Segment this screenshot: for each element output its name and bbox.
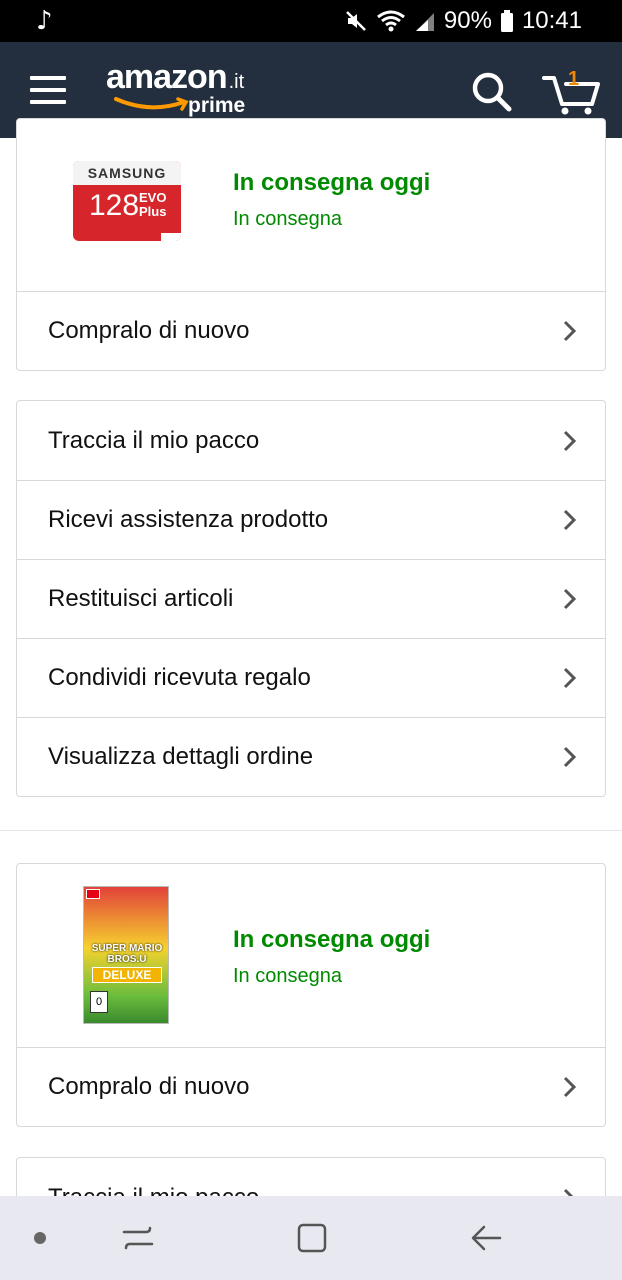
image-model: EVO — [139, 190, 167, 205]
logo-tld: .it — [228, 71, 245, 93]
logo-prime: prime — [188, 94, 246, 117]
chevron-right-icon — [563, 667, 577, 689]
action-label: Condividi ricevuta regalo — [48, 664, 311, 691]
product-image-game-box[interactable]: SUPER MARIO BROS.U DELUXE 0 — [83, 886, 169, 1024]
signal-icon — [414, 9, 436, 33]
music-note-icon: ♪ — [36, 6, 53, 36]
search-icon[interactable] — [470, 70, 514, 114]
logo-word: amazon — [106, 58, 228, 96]
action-label: Traccia il mio pacco — [48, 426, 260, 454]
image-capacity: 128 — [89, 189, 140, 222]
smile-arrow-icon — [114, 97, 189, 111]
battery-percent: 90% — [443, 7, 492, 34]
chevron-right-icon — [563, 588, 577, 610]
chevron-right-icon — [563, 320, 577, 342]
buy-again-row[interactable]: Compralo di nuovo — [17, 1047, 605, 1126]
back-icon[interactable] — [468, 1220, 504, 1256]
chevron-right-icon — [563, 746, 577, 768]
chevron-right-icon — [563, 1076, 577, 1098]
order-card: SUPER MARIO BROS.U DELUXE 0 In consegna … — [16, 863, 606, 1127]
wifi-icon — [376, 9, 406, 33]
action-track-package[interactable]: Traccia il mio pacco — [17, 401, 605, 480]
action-return-items[interactable]: Restituisci articoli — [17, 559, 605, 638]
image-title: SUPER MARIO BROS.U — [91, 943, 163, 965]
order-product[interactable]: SUPER MARIO BROS.U DELUXE 0 In consegna … — [17, 864, 605, 1047]
mute-icon — [344, 9, 368, 33]
action-label: Ricevi assistenza prodotto — [48, 506, 329, 533]
status-bar: ♪ 90% 10:41 — [0, 0, 622, 42]
cart-icon[interactable]: 1 — [542, 68, 600, 116]
chevron-right-icon — [563, 430, 577, 451]
switch-logo-icon — [86, 889, 100, 899]
buy-again-label: Compralo di nuovo — [48, 317, 250, 344]
order-divider — [0, 830, 622, 831]
action-product-support[interactable]: Ricevi assistenza prodotto — [17, 480, 605, 559]
nav-dot-icon — [34, 1232, 46, 1244]
system-nav-bar — [0, 1196, 622, 1280]
buy-again-row[interactable]: Compralo di nuovo — [17, 291, 605, 370]
delivery-status: In consegna oggi — [233, 926, 431, 953]
chevron-right-icon — [563, 509, 577, 531]
delivery-substatus: In consegna — [233, 965, 342, 987]
order-actions-card: Traccia il mio pacco Ricevi assistenza p… — [16, 400, 606, 797]
delivery-substatus: In consegna — [233, 208, 342, 230]
product-image-sd-card[interactable]: SAMSUNG 128 EVO Plus — [73, 161, 181, 241]
home-icon[interactable] — [294, 1220, 330, 1256]
order-product[interactable]: SAMSUNG 128 EVO Plus In consegna oggi In … — [17, 119, 605, 291]
action-label: Visualizza dettagli ordine — [48, 743, 314, 770]
battery-icon — [500, 9, 514, 33]
recent-apps-icon[interactable] — [120, 1220, 156, 1256]
buy-again-label: Compralo di nuovo — [48, 1073, 250, 1100]
action-share-gift-receipt[interactable]: Condividi ricevuta regalo — [17, 638, 605, 717]
image-brand: SAMSUNG — [73, 161, 181, 185]
cart-count-badge: 1 — [568, 68, 580, 90]
clock: 10:41 — [521, 7, 582, 34]
image-model-sub: Plus — [139, 204, 167, 219]
delivery-status: In consegna oggi — [233, 169, 431, 196]
image-edition: DELUXE — [92, 967, 162, 983]
amazon-logo[interactable]: amazon .it prime — [106, 58, 245, 117]
image-rating: 0 — [90, 991, 108, 1013]
action-view-order-details[interactable]: Visualizza dettagli ordine — [17, 717, 605, 796]
menu-icon[interactable] — [30, 76, 66, 104]
action-label: Restituisci articoli — [48, 585, 234, 612]
order-card: SAMSUNG 128 EVO Plus In consegna oggi In … — [16, 118, 606, 371]
